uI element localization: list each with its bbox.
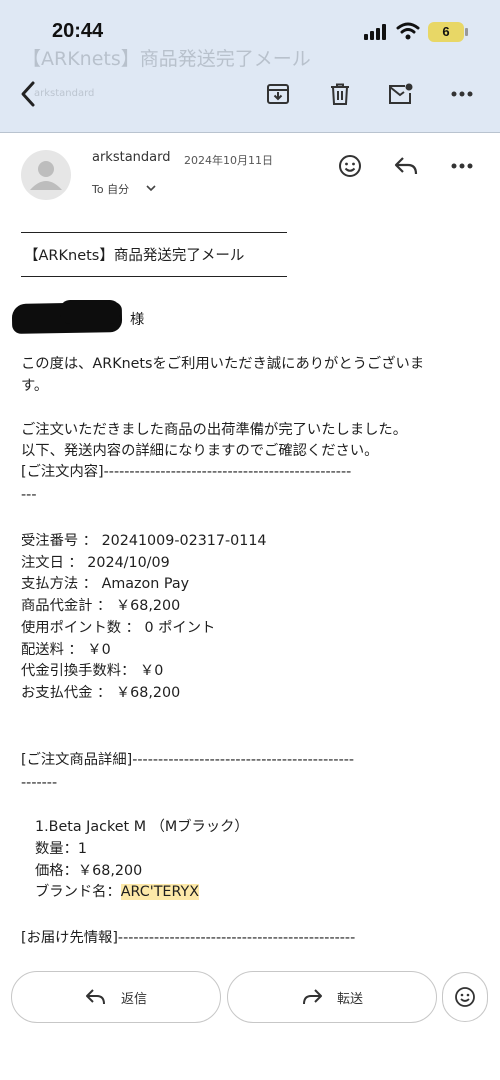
smiley-icon bbox=[455, 987, 475, 1007]
battery-tip bbox=[465, 28, 468, 36]
forward-button[interactable]: 転送 bbox=[227, 971, 437, 1023]
body-ready-line: ご注文いただきました商品の出荷準備が完了いたしました。 bbox=[21, 422, 408, 438]
reply-icon bbox=[394, 157, 418, 175]
body-intro-line2: す。 bbox=[21, 378, 49, 394]
item-brand: ブランド名：ARC'TERYX bbox=[35, 882, 200, 902]
more-horizontal-icon bbox=[451, 163, 473, 169]
archive-icon bbox=[267, 84, 289, 104]
header-more-button[interactable] bbox=[448, 152, 476, 180]
body-intro-line1: この度は、ARKnetsをご利用いただき誠にありがとうございま bbox=[21, 356, 425, 372]
forward-icon bbox=[302, 989, 322, 1005]
shipping-fee: 配送料 ： ￥0 bbox=[21, 642, 111, 658]
brand-label: ブランド名： bbox=[35, 884, 121, 900]
delete-button[interactable] bbox=[326, 80, 354, 108]
reply-label: 返信 bbox=[120, 991, 147, 1007]
payment-method: 支払方法 ： Amazon Pay bbox=[21, 576, 190, 592]
body-below-line: 以下、発送内容の詳細になりますのでご確認ください。 bbox=[21, 443, 379, 459]
emoji-reaction-button[interactable] bbox=[442, 972, 488, 1022]
emoji-react-button[interactable] bbox=[336, 152, 364, 180]
email-subject: 【ARKnets】商品発送完了メール bbox=[24, 248, 245, 264]
item-price: 価格：￥68,200 bbox=[35, 863, 143, 879]
top-bar: 20:44 【ARKnets】商品発送完了メール arkstandard 6 bbox=[0, 0, 500, 133]
detail-section-header-cont: ------- bbox=[21, 775, 58, 791]
subject-bottom-rule bbox=[21, 276, 287, 277]
order-section-header-cont: --- bbox=[21, 487, 37, 503]
cellular-signal-icon bbox=[364, 24, 386, 40]
subtotal: 商品代金計 ： ￥68,200 bbox=[21, 598, 181, 614]
order-number: 受注番号 ： 20241009-02317-0114 bbox=[21, 533, 267, 549]
recipient-label[interactable]: To 自分 bbox=[92, 181, 129, 197]
reply-button[interactable]: 返信 bbox=[11, 971, 221, 1023]
item-name: 1.Beta Jacket M （Mブラック） bbox=[35, 819, 249, 835]
chevron-down-icon[interactable] bbox=[146, 184, 156, 192]
more-horizontal-icon bbox=[451, 91, 473, 97]
trash-icon bbox=[331, 83, 349, 105]
battery-indicator: 6 bbox=[428, 22, 464, 42]
wifi-icon bbox=[396, 22, 420, 40]
person-icon bbox=[30, 161, 62, 190]
reply-icon bbox=[85, 989, 105, 1005]
ghost-subject: 【ARKnets】商品発送完了メール bbox=[22, 48, 311, 70]
chevron-left-icon bbox=[21, 81, 35, 107]
order-section-header: [ご注文内容]---------------------------------… bbox=[21, 464, 352, 480]
cod-fee: 代金引換手数料： ￥0 bbox=[21, 663, 164, 679]
detail-section-header: [ご注文商品詳細]-------------------------------… bbox=[21, 752, 355, 768]
more-options-button[interactable] bbox=[448, 80, 476, 108]
back-button[interactable] bbox=[14, 80, 42, 108]
forward-label: 転送 bbox=[336, 991, 363, 1007]
header-reply-button[interactable] bbox=[392, 152, 420, 180]
mark-unread-button[interactable] bbox=[386, 80, 414, 108]
order-date: 注文日 ： 2024/10/09 bbox=[21, 555, 170, 571]
brand-value: ARC'TERYX bbox=[120, 884, 200, 900]
smiley-icon bbox=[339, 155, 361, 177]
status-time: 20:44 bbox=[52, 20, 104, 42]
item-quantity: 数量：1 bbox=[35, 841, 87, 857]
archive-button[interactable] bbox=[264, 80, 292, 108]
email-date: 2024年10月11日 bbox=[184, 154, 273, 167]
sender-avatar[interactable] bbox=[21, 150, 71, 200]
ghost-from: arkstandard bbox=[34, 88, 95, 99]
points-used: 使用ポイント数 ： 0 ポイント bbox=[21, 620, 216, 636]
subject-top-rule bbox=[21, 232, 287, 233]
mail-unread-icon bbox=[389, 83, 413, 104]
delivery-section-header: [お届け先情報]--------------------------------… bbox=[21, 930, 356, 946]
sender-name[interactable]: arkstandard bbox=[92, 150, 171, 165]
redacted-name-overlap bbox=[60, 300, 120, 324]
total-payment: お支払代金 ： ￥68,200 bbox=[21, 685, 181, 701]
salutation: 様 bbox=[130, 312, 145, 328]
